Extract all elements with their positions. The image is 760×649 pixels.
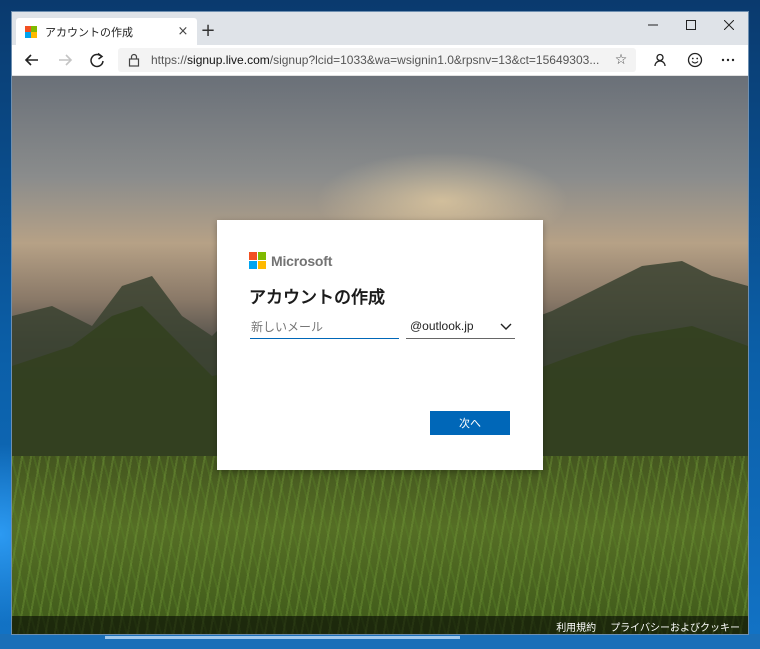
new-email-input[interactable] — [250, 316, 399, 339]
window-controls — [634, 12, 748, 38]
forward-arrow-icon — [59, 54, 73, 66]
terms-link[interactable]: 利用規約 — [556, 619, 596, 634]
back-button[interactable] — [20, 48, 44, 72]
minimize-icon — [648, 24, 658, 26]
url-scheme: https:// — [151, 53, 188, 67]
profile-button[interactable] — [648, 48, 672, 72]
favorite-star-icon[interactable]: ☆ — [612, 51, 630, 69]
smiley-icon — [687, 52, 703, 68]
lock-icon[interactable] — [126, 52, 142, 68]
tab-create-account[interactable]: アカウントの作成 × — [16, 18, 197, 45]
grass-field — [12, 456, 748, 634]
domain-select-value: @outlook.jp — [410, 319, 474, 333]
tab-title: アカウントの作成 — [45, 25, 133, 39]
tab-close-icon[interactable]: × — [175, 24, 191, 40]
maximize-button[interactable] — [672, 12, 710, 38]
refresh-button[interactable] — [85, 48, 109, 72]
new-tab-button[interactable]: + — [199, 22, 217, 40]
browser-window: アカウントの作成 × + https://signup.live.com/sig… — [12, 12, 748, 634]
page-background: Microsoft アカウントの作成 @outlook.jp 次へ 利用規約 プ… — [12, 76, 748, 634]
footer-links: 利用規約 プライバシーおよびクッキー — [556, 619, 740, 634]
chevron-down-icon — [500, 323, 512, 330]
microsoft-wordmark: Microsoft — [271, 252, 333, 269]
close-window-button[interactable] — [710, 12, 748, 38]
feedback-button[interactable] — [683, 48, 707, 72]
url-path: /signup?lcid=1033&wa=wsignin1.0&rpsnv=13… — [269, 53, 600, 67]
forward-button[interactable] — [53, 48, 77, 72]
microsoft-logo-icon — [249, 252, 266, 269]
more-icon — [721, 58, 735, 62]
close-icon — [724, 20, 734, 30]
domain-select[interactable]: @outlook.jp — [406, 316, 515, 339]
profile-icon — [654, 53, 666, 67]
page-title: アカウントの作成 — [249, 288, 385, 308]
browser-toolbar: https://signup.live.com/signup?lcid=1033… — [12, 45, 748, 76]
next-button[interactable]: 次へ — [430, 411, 510, 435]
privacy-link[interactable]: プライバシーおよびクッキー — [610, 619, 740, 634]
back-arrow-icon — [24, 54, 38, 66]
refresh-icon — [90, 52, 104, 68]
settings-more-button[interactable] — [716, 48, 740, 72]
microsoft-favicon-icon — [25, 25, 37, 38]
tab-strip: アカウントの作成 × + — [12, 12, 748, 45]
maximize-icon — [686, 20, 696, 30]
minimize-button[interactable] — [634, 12, 672, 38]
url-host: signup.live.com — [187, 53, 270, 67]
url-text[interactable]: https://signup.live.com/signup?lcid=1033… — [151, 52, 611, 68]
signup-card: Microsoft アカウントの作成 @outlook.jp 次へ — [217, 220, 543, 470]
taskbar-indicator — [105, 636, 460, 639]
address-bar[interactable]: https://signup.live.com/signup?lcid=1033… — [118, 48, 636, 72]
microsoft-logo: Microsoft — [249, 252, 332, 269]
